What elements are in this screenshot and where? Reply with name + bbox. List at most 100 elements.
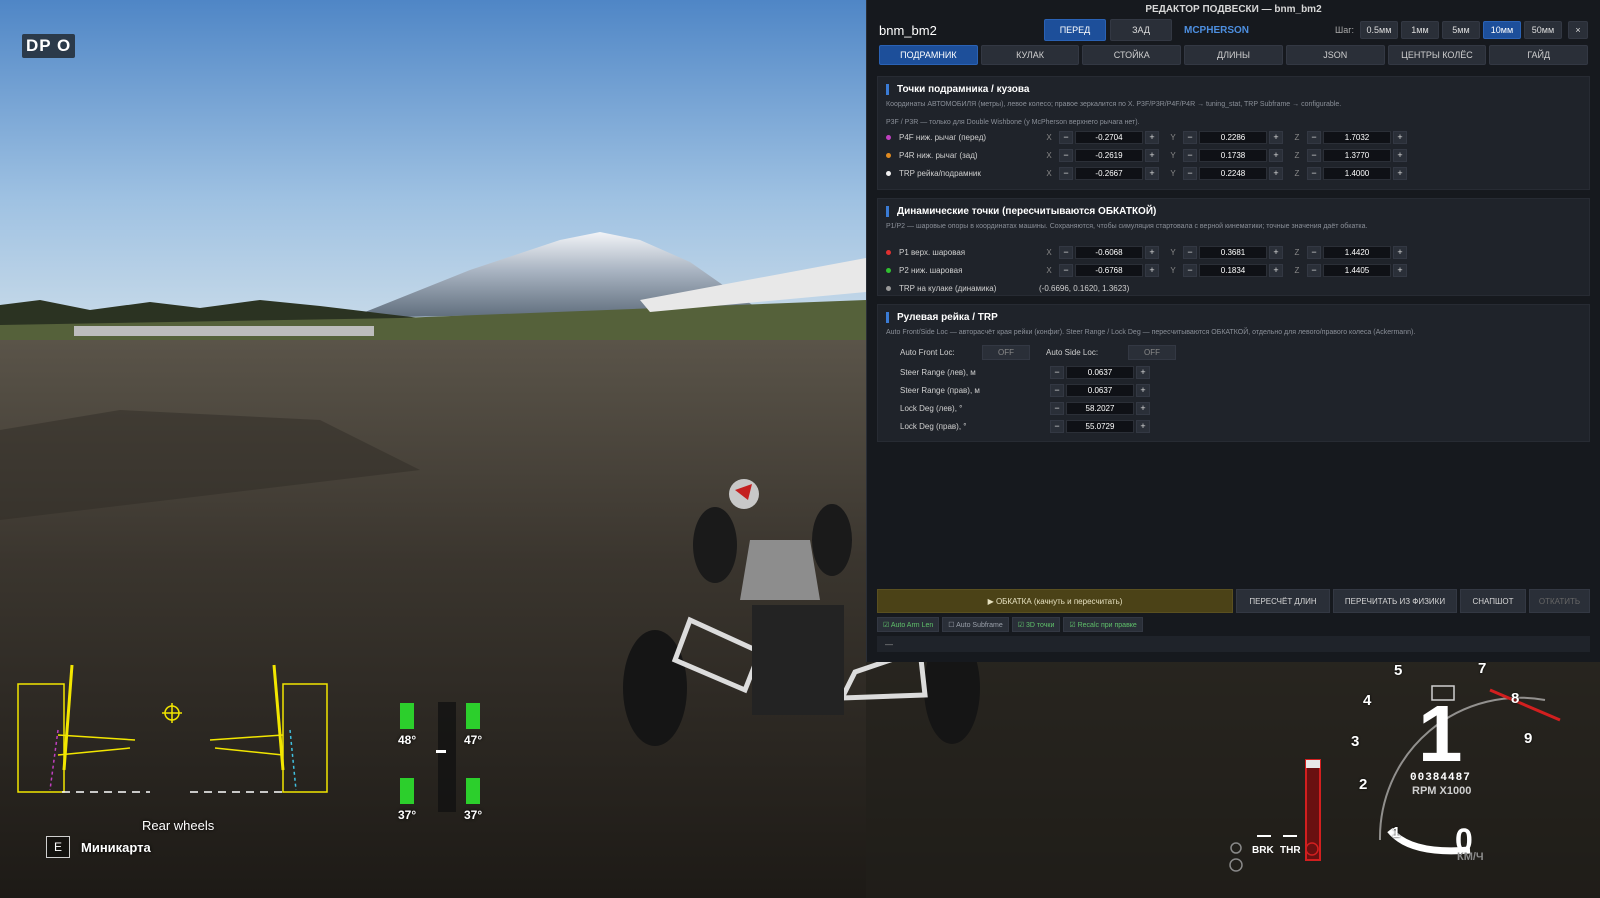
dynamic-point-y-decrement-button[interactable]: − xyxy=(1183,245,1197,259)
tach-number: 5 xyxy=(1394,662,1403,679)
subframe-point-y-field[interactable]: 0.1738 xyxy=(1199,148,1267,162)
toggle-auto-arm-len[interactable]: ☑ Auto Arm Len xyxy=(877,617,940,632)
dynamic-point-y-increment-button[interactable]: + xyxy=(1269,263,1283,277)
toggle-3d-points[interactable]: ☑ 3D точки xyxy=(1011,617,1061,632)
axle-front-button[interactable]: ПЕРЕД xyxy=(1044,19,1106,41)
subframe-point-x-field[interactable]: -0.2619 xyxy=(1075,148,1143,162)
dynamic-point-z-field[interactable]: 1.4405 xyxy=(1323,263,1391,277)
dynamic-point-x-increment-button[interactable]: + xyxy=(1145,245,1159,259)
subframe-point-y-increment-button[interactable]: + xyxy=(1269,130,1283,144)
tab-strut[interactable]: СТОЙКА xyxy=(1082,45,1182,65)
trp-knuckle-row: TRP на кулаке (динамика) (-0.6696, 0.162… xyxy=(886,281,1581,295)
subframe-point-y-increment-button[interactable]: + xyxy=(1269,166,1283,180)
subframe-point-y-decrement-button[interactable]: − xyxy=(1183,130,1197,144)
steer-param-field[interactable]: 58.2027 xyxy=(1066,401,1134,415)
subframe-point-x-increment-button[interactable]: + xyxy=(1145,166,1159,180)
subframe-point-x-decrement-button[interactable]: − xyxy=(1059,148,1073,162)
subframe-point-z-field[interactable]: 1.3770 xyxy=(1323,148,1391,162)
tab-wheel-centers[interactable]: ЦЕНТРЫ КОЛЁС xyxy=(1387,45,1487,65)
subframe-point-z-decrement-button[interactable]: − xyxy=(1307,166,1321,180)
dynamic-point-y-field[interactable]: 0.3681 xyxy=(1199,245,1267,259)
subframe-point-z-decrement-button[interactable]: − xyxy=(1307,148,1321,162)
step-50mm-button[interactable]: 50мм xyxy=(1524,21,1562,39)
tab-lengths[interactable]: ДЛИНЫ xyxy=(1184,45,1283,65)
step-1mm-button[interactable]: 1мм xyxy=(1401,21,1439,39)
steer-param-decrement-button[interactable]: − xyxy=(1050,365,1064,379)
dynamic-point-x-field[interactable]: -0.6768 xyxy=(1075,263,1143,277)
steer-param-row: Steer Range (прав), м −0.0637 + xyxy=(900,383,1581,397)
dynamic-point-x-decrement-button[interactable]: − xyxy=(1059,245,1073,259)
tab-subframe[interactable]: ПОДРАМНИК xyxy=(879,45,978,65)
snapshot-button[interactable]: СНАПШОТ xyxy=(1460,589,1526,613)
subframe-point-z-increment-button[interactable]: + xyxy=(1393,166,1407,180)
auto-side-loc-toggle[interactable]: OFF xyxy=(1128,344,1176,360)
subframe-point-y-field[interactable]: 0.2286 xyxy=(1199,130,1267,144)
dynamic-point-z-increment-button[interactable]: + xyxy=(1393,263,1407,277)
step-5mm-button[interactable]: 5мм xyxy=(1442,21,1480,39)
step-0-5mm-button[interactable]: 0.5мм xyxy=(1360,21,1398,39)
subframe-point-y-decrement-button[interactable]: − xyxy=(1183,148,1197,162)
steer-param-decrement-button[interactable]: − xyxy=(1050,419,1064,433)
tach-number: 2 xyxy=(1359,776,1368,793)
tab-knuckle[interactable]: КУЛАК xyxy=(980,45,1080,65)
dynamic-point-z-increment-button[interactable]: + xyxy=(1393,245,1407,259)
subframe-point-z-increment-button[interactable]: + xyxy=(1393,130,1407,144)
dynamic-point-x-increment-button[interactable]: + xyxy=(1145,263,1159,277)
dynamic-point-x-field[interactable]: -0.6068 xyxy=(1075,245,1143,259)
reread-physics-button[interactable]: ПЕРЕЧИТАТЬ ИЗ ФИЗИКИ xyxy=(1333,589,1457,613)
close-icon[interactable]: × xyxy=(1568,21,1588,39)
tach-number: 1 xyxy=(1392,824,1401,841)
dynamic-point-y-increment-button[interactable]: + xyxy=(1269,245,1283,259)
rear-wheels-label: Rear wheels xyxy=(142,818,215,833)
subframe-point-row: P4F ниж. рычаг (перед) X − -0.2704 + Y −0.2286… xyxy=(886,130,1581,144)
steer-param-row: Steer Range (лев), м −0.0637 + xyxy=(900,365,1581,379)
subframe-point-z-field[interactable]: 1.7032 xyxy=(1323,130,1391,144)
steer-param-field[interactable]: 0.0637 xyxy=(1066,365,1134,379)
subframe-point-x-decrement-button[interactable]: − xyxy=(1059,166,1073,180)
subframe-point-x-increment-button[interactable]: + xyxy=(1145,130,1159,144)
auto-front-loc-toggle[interactable]: OFF xyxy=(982,344,1030,360)
dynamic-point-z-decrement-button[interactable]: − xyxy=(1307,245,1321,259)
steer-param-decrement-button[interactable]: − xyxy=(1050,401,1064,415)
subframe-point-label: P4R ниж. рычаг (зад) xyxy=(899,150,978,160)
subframe-point-y-decrement-button[interactable]: − xyxy=(1183,166,1197,180)
tab-json[interactable]: JSON xyxy=(1285,45,1385,65)
steer-param-increment-button[interactable]: + xyxy=(1136,419,1150,433)
steer-param-increment-button[interactable]: + xyxy=(1136,365,1150,379)
dynamic-point-z-field[interactable]: 1.4420 xyxy=(1323,245,1391,259)
dynamic-point-x-decrement-button[interactable]: − xyxy=(1059,263,1073,277)
tab-guide[interactable]: ГАЙД xyxy=(1489,45,1589,65)
panel-title: РЕДАКТОР ПОДВЕСКИ — bnm_bm2 xyxy=(1145,4,1322,15)
dynamic-point-label: P1 верх. шаровая xyxy=(899,247,966,257)
axis-label-y: Y xyxy=(1170,247,1176,257)
subframe-point-y-field[interactable]: 0.2248 xyxy=(1199,166,1267,180)
subframe-point-x-field[interactable]: -0.2704 xyxy=(1075,130,1143,144)
steer-param-label: Steer Range (прав), м xyxy=(900,385,980,395)
step-10mm-button[interactable]: 10мм xyxy=(1483,21,1521,39)
subframe-point-z-increment-button[interactable]: + xyxy=(1393,148,1407,162)
toggle-auto-subframe[interactable]: ☐ Auto Subframe xyxy=(942,617,1009,632)
dynamic-point-y-field[interactable]: 0.1834 xyxy=(1199,263,1267,277)
toggle-recalc-on-edit[interactable]: ☑ Recalc при правке xyxy=(1063,617,1143,632)
subframe-point-z-field[interactable]: 1.4000 xyxy=(1323,166,1391,180)
dynamic-point-y-decrement-button[interactable]: − xyxy=(1183,263,1197,277)
minimap-key[interactable]: E xyxy=(46,836,70,858)
subframe-point-z-decrement-button[interactable]: − xyxy=(1307,130,1321,144)
subframe-point-x-field[interactable]: -0.2667 xyxy=(1075,166,1143,180)
axle-rear-button[interactable]: ЗАД xyxy=(1110,19,1172,41)
steer-param-decrement-button[interactable]: − xyxy=(1050,383,1064,397)
trp-knuckle-value: (-0.6696, 0.1620, 1.3623) xyxy=(1039,283,1130,293)
steer-param-increment-button[interactable]: + xyxy=(1136,383,1150,397)
tire-temp-front-left: 48° xyxy=(398,733,417,747)
rollback-button[interactable]: ОТКАТИТЬ xyxy=(1529,589,1590,613)
subframe-point-x-increment-button[interactable]: + xyxy=(1145,148,1159,162)
run-button[interactable]: ▶ ОБКАТКА (качнуть и пересчитать) xyxy=(877,589,1233,613)
subframe-point-y-increment-button[interactable]: + xyxy=(1269,148,1283,162)
tach-number: 7 xyxy=(1478,660,1487,677)
steer-param-field[interactable]: 55.0729 xyxy=(1066,419,1134,433)
steer-param-field[interactable]: 0.0637 xyxy=(1066,383,1134,397)
steer-param-increment-button[interactable]: + xyxy=(1136,401,1150,415)
dynamic-point-z-decrement-button[interactable]: − xyxy=(1307,263,1321,277)
subframe-point-x-decrement-button[interactable]: − xyxy=(1059,130,1073,144)
recalc-lengths-button[interactable]: ПЕРЕСЧЁТ ДЛИН xyxy=(1236,589,1330,613)
